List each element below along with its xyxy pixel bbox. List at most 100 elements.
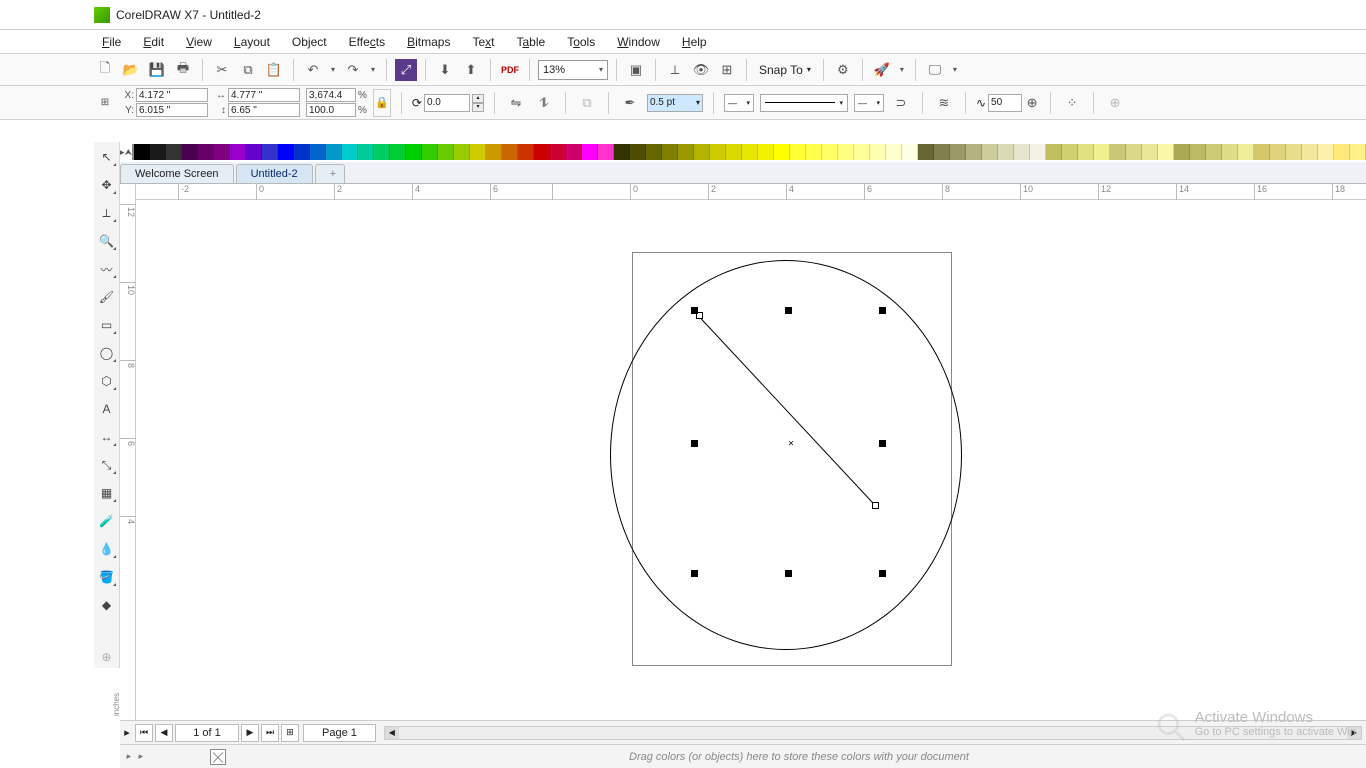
- selection-handle-tl[interactable]: [691, 307, 698, 314]
- color-swatch[interactable]: [438, 144, 454, 160]
- color-swatch[interactable]: [262, 144, 278, 160]
- menu-window[interactable]: Window: [609, 33, 668, 51]
- shape-tool[interactable]: ✥: [96, 174, 118, 196]
- page-tab-1[interactable]: Page 1: [303, 724, 376, 742]
- launch-dropdown[interactable]: ▾: [897, 65, 907, 74]
- color-swatch[interactable]: [1158, 144, 1174, 160]
- color-swatch[interactable]: [390, 144, 406, 160]
- freehand-tool[interactable]: 〰: [96, 258, 118, 280]
- color-swatch[interactable]: [1302, 144, 1318, 160]
- menu-view[interactable]: View: [178, 33, 220, 51]
- color-swatch[interactable]: [1126, 144, 1142, 160]
- color-swatch[interactable]: [902, 144, 918, 160]
- zoom-level-select[interactable]: 13%▾: [538, 60, 608, 80]
- scroll-left-icon[interactable]: ◀: [385, 727, 399, 739]
- height-input[interactable]: 6.65 ": [228, 103, 300, 117]
- selection-handle-ml[interactable]: [691, 440, 698, 447]
- smart-fill-tool[interactable]: ◆: [96, 594, 118, 616]
- scroll-right-icon[interactable]: ▶: [1347, 727, 1361, 739]
- color-swatch[interactable]: [1110, 144, 1126, 160]
- color-swatch[interactable]: [1206, 144, 1222, 160]
- mirror-vertical-button[interactable]: ⥮: [533, 92, 555, 114]
- scale-y-input[interactable]: 100.0: [306, 103, 356, 117]
- color-swatch[interactable]: [550, 144, 566, 160]
- quick-customize-button[interactable]: ⊕: [1104, 92, 1126, 114]
- color-swatch[interactable]: [198, 144, 214, 160]
- menu-file[interactable]: File: [94, 33, 129, 51]
- print-button[interactable]: 🖶: [172, 59, 194, 81]
- color-swatch[interactable]: [230, 144, 246, 160]
- color-swatch[interactable]: [998, 144, 1014, 160]
- open-button[interactable]: 📂: [120, 59, 142, 81]
- customize-dropdown[interactable]: ▾: [950, 65, 960, 74]
- color-swatch[interactable]: [134, 144, 150, 160]
- redo-dropdown[interactable]: ▾: [368, 65, 378, 74]
- color-swatch[interactable]: [1254, 144, 1270, 160]
- color-swatch[interactable]: [646, 144, 662, 160]
- show-guidelines-button[interactable]: ⊞: [716, 59, 738, 81]
- rectangle-tool[interactable]: ▭: [96, 314, 118, 336]
- start-arrowhead-select[interactable]: —▾: [724, 94, 754, 112]
- menu-help[interactable]: Help: [674, 33, 715, 51]
- ellipse-tool[interactable]: ◯: [96, 342, 118, 364]
- menu-table[interactable]: Table: [508, 33, 553, 51]
- color-swatch[interactable]: [1062, 144, 1078, 160]
- color-swatch[interactable]: [1014, 144, 1030, 160]
- outline-width-select[interactable]: 0.5 pt▾: [647, 94, 703, 112]
- color-swatch[interactable]: [150, 144, 166, 160]
- show-grid-button[interactable]: 👁: [690, 59, 712, 81]
- color-swatch[interactable]: [374, 144, 390, 160]
- export-button[interactable]: ⬆: [460, 59, 482, 81]
- color-swatch[interactable]: [630, 144, 646, 160]
- selection-center[interactable]: ×: [788, 439, 794, 450]
- snap-to-dropdown[interactable]: Snap To ▾: [755, 61, 815, 79]
- customize-button[interactable]: 🖵: [924, 59, 946, 81]
- fullscreen-preview-button[interactable]: ▣: [625, 59, 647, 81]
- color-swatch[interactable]: [694, 144, 710, 160]
- import-button[interactable]: ⬇: [434, 59, 456, 81]
- color-swatch[interactable]: [1350, 144, 1366, 160]
- dimension-tool[interactable]: ↔: [96, 426, 118, 448]
- color-swatch[interactable]: [470, 144, 486, 160]
- mirror-horizontal-button[interactable]: ⇋: [505, 92, 527, 114]
- ellipse-object[interactable]: [610, 260, 962, 650]
- wrap-offset-input[interactable]: 50: [988, 94, 1022, 112]
- ungroup-button[interactable]: ⧉: [576, 92, 598, 114]
- polygon-tool[interactable]: ⬡: [96, 370, 118, 392]
- new-button[interactable]: 🗋: [94, 59, 116, 81]
- menu-effects[interactable]: Effects: [341, 33, 393, 51]
- color-swatch[interactable]: [726, 144, 742, 160]
- menu-tools[interactable]: Tools: [559, 33, 603, 51]
- vertical-ruler[interactable]: 12 10 8 6 4 inches: [120, 184, 136, 720]
- status-flyout-icon[interactable]: ▸: [126, 751, 138, 762]
- menu-edit[interactable]: Edit: [135, 33, 172, 51]
- text-tool[interactable]: A: [96, 398, 118, 420]
- close-curve-button[interactable]: ⊃: [890, 92, 912, 114]
- undo-button[interactable]: ↶: [302, 59, 324, 81]
- no-color-swatch[interactable]: [132, 144, 134, 160]
- color-swatch[interactable]: [1334, 144, 1350, 160]
- page-next-button[interactable]: ▶: [241, 724, 259, 742]
- color-swatch[interactable]: [1046, 144, 1062, 160]
- color-swatch[interactable]: [1238, 144, 1254, 160]
- color-swatch[interactable]: [214, 144, 230, 160]
- scale-x-input[interactable]: 3,674.4: [306, 88, 356, 102]
- menu-text[interactable]: Text: [464, 33, 502, 51]
- color-swatch[interactable]: [886, 144, 902, 160]
- line-node-end[interactable]: [872, 502, 879, 509]
- color-swatch[interactable]: [1270, 144, 1286, 160]
- color-swatch[interactable]: [166, 144, 182, 160]
- zoom-tool[interactable]: 🔍: [96, 230, 118, 252]
- end-arrowhead-select[interactable]: —▾: [854, 94, 884, 112]
- selection-handle-mr[interactable]: [879, 440, 886, 447]
- color-swatch[interactable]: [982, 144, 998, 160]
- color-swatch[interactable]: [598, 144, 614, 160]
- color-swatch[interactable]: [422, 144, 438, 160]
- color-swatch[interactable]: [934, 144, 950, 160]
- interactive-fill-tool[interactable]: 🪣: [96, 566, 118, 588]
- page-counter[interactable]: 1 of 1: [175, 724, 239, 742]
- color-swatch[interactable]: [790, 144, 806, 160]
- publish-pdf-button[interactable]: PDF: [499, 59, 521, 81]
- tab-add-button[interactable]: +: [315, 164, 345, 183]
- color-swatch[interactable]: [502, 144, 518, 160]
